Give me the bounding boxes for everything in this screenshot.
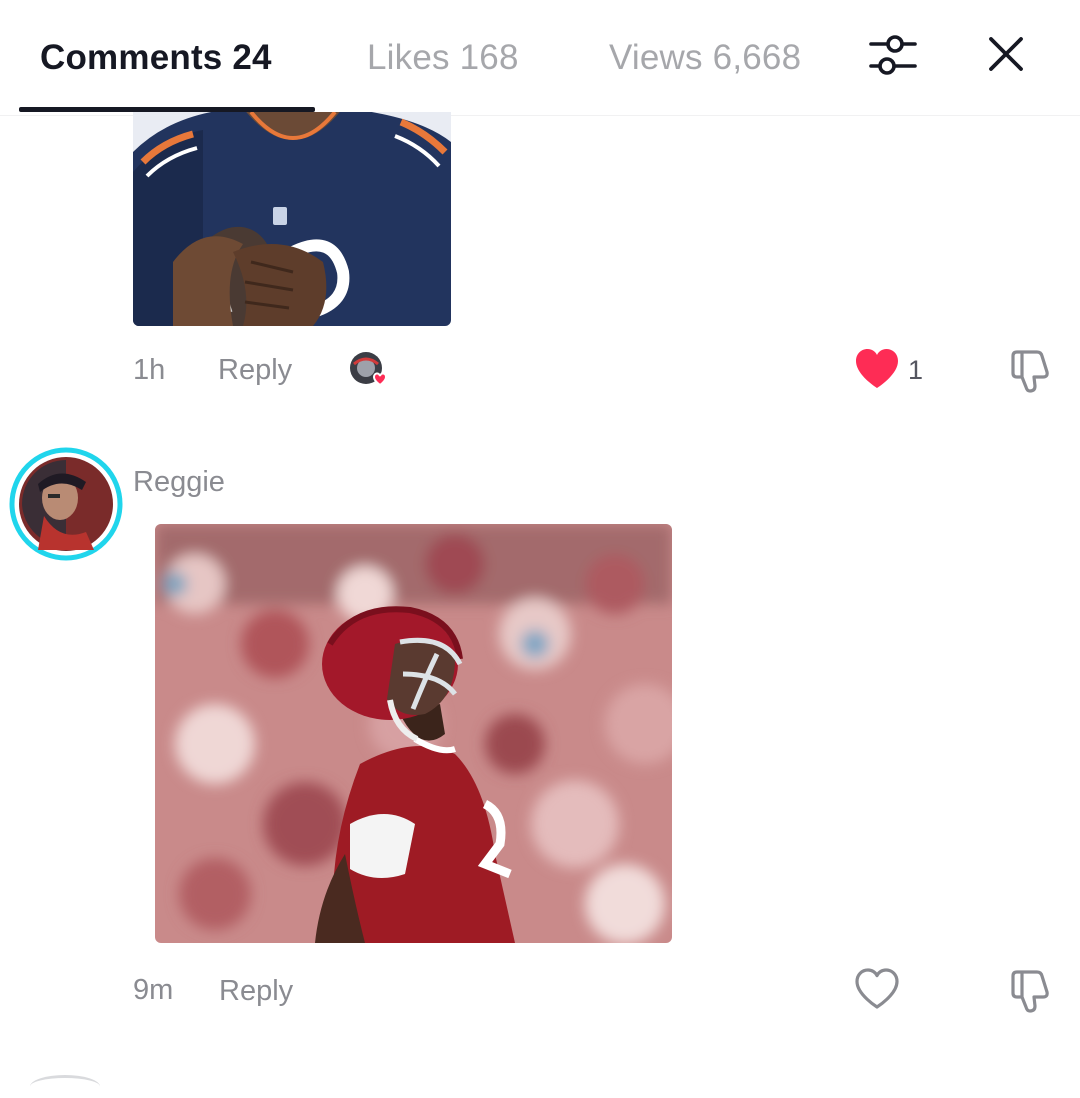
reply-button[interactable]: Reply <box>219 971 293 1011</box>
next-comment-avatar <box>30 1075 100 1098</box>
comment-timestamp: 9m <box>133 974 174 1006</box>
heart-outline-icon[interactable] <box>853 967 901 1011</box>
like-count: 1 <box>908 355 924 385</box>
comment-timestamp: 1h <box>133 354 166 386</box>
heart-icon[interactable] <box>853 347 901 391</box>
comment-panel-tabs: Comments 24 Likes 168 Views 6,668 <box>0 0 1080 116</box>
filter-icon[interactable] <box>866 28 920 82</box>
avatar[interactable] <box>8 446 124 562</box>
creator-liked-icon <box>350 352 388 387</box>
tab-comments[interactable]: Comments 24 <box>40 34 272 82</box>
comment-username[interactable]: Reggie <box>133 462 225 502</box>
reply-button[interactable]: Reply <box>218 350 292 390</box>
tab-likes[interactable]: Likes 168 <box>367 34 519 82</box>
tab-overflow-fade <box>795 30 850 90</box>
dislike-icon[interactable] <box>1006 966 1056 1016</box>
comment-photo[interactable] <box>155 524 672 943</box>
dislike-icon[interactable] <box>1006 346 1056 396</box>
comment-photo[interactable] <box>133 112 451 326</box>
close-icon[interactable] <box>982 30 1030 78</box>
